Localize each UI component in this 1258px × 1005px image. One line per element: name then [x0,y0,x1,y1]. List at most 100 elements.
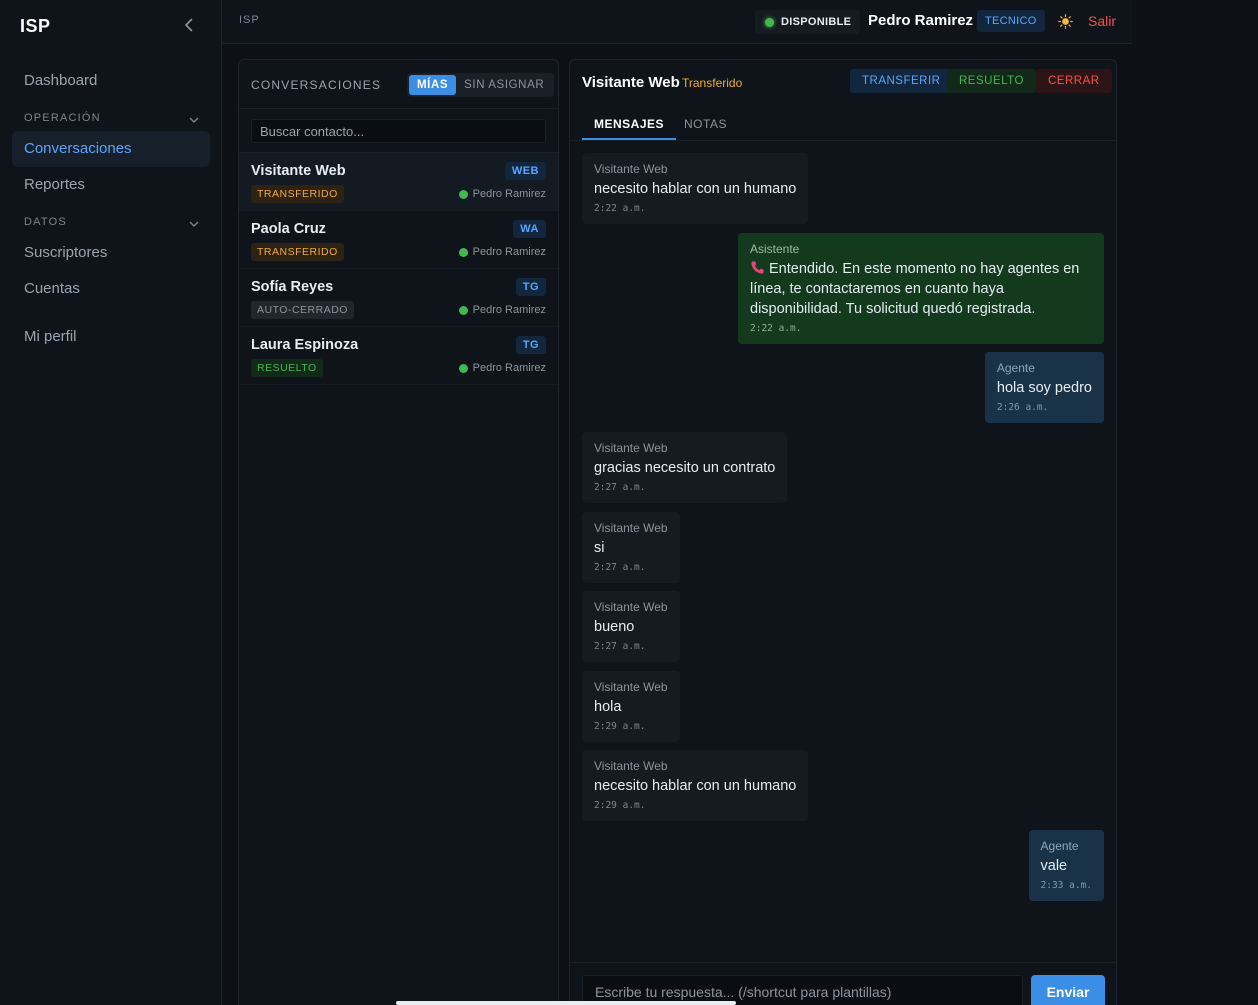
status-dot-icon [765,17,774,27]
message-sender: Agente [996,361,1035,375]
message-sender: Visitante Web [594,521,668,535]
message-text: necesito hablar con un humano [594,778,797,794]
contact-name: Laura Espinoza [251,337,359,353]
contact-name: Paola Cruz [251,221,326,237]
message-sender: Visitante Web [594,759,668,773]
conversation-filter: MÍAS SIN ASIGNAR [407,73,555,97]
assignee-name: Pedro Ramirez [472,304,546,316]
filter-unassigned-button[interactable]: SIN ASIGNAR [456,75,552,95]
divider [570,962,1116,963]
state-badge: TRANSFERIDO [251,243,344,261]
message-visitor: Visitante Web si 2:27 a.m. [582,512,680,583]
assignee-name: Pedro Ramirez [472,188,546,200]
message-time: 2:22 a.m. [750,323,802,334]
message-text: gracias necesito un contrato [594,460,776,476]
message-time: 2:27 a.m. [594,562,646,573]
message-text: necesito hablar con un humano [594,181,797,197]
channel-badge: WEB [504,162,546,180]
sidebar-item-cuentas[interactable]: Cuentas [12,271,210,307]
status-label: DISPONIBLE [781,16,852,28]
sidebar-item-reportes[interactable]: Reportes [12,167,210,203]
channel-badge: TG [515,336,546,354]
state-badge: TRANSFERIDO [251,185,344,203]
message-text: hola [594,699,622,715]
divider [239,108,558,109]
divider [570,140,1116,141]
sun-icon[interactable] [1058,14,1073,29]
section-label: DATOS [24,216,67,228]
message-sender: Visitante Web [594,441,668,455]
sidebar-section-datos[interactable]: DATOS [24,216,200,234]
chevron-down-icon [189,117,199,123]
state-badge: RESUELTO [251,359,323,377]
topbar: ISP DISPONIBLE Pedro Ramirez TECNICO Sal… [222,0,1132,44]
message-sender: Visitante Web [594,600,668,614]
sidebar: ISP Dashboard OPERACIÓN Conversaciones R… [0,0,222,1005]
conversation-list-panel: CONVERSACIONES MÍAS SIN ASIGNAR Visitant… [238,59,559,1005]
channel-badge: WA [513,220,546,238]
online-dot-icon [458,247,468,257]
filter-mine-button[interactable]: MÍAS [409,75,457,95]
message-text: Entendido. En este momento no hay agente… [750,261,1080,317]
message-visitor: Visitante Web hola 2:29 a.m. [582,671,680,742]
availability-status-button[interactable]: DISPONIBLE [755,10,861,34]
logout-link[interactable]: Salir [1088,13,1116,29]
message-time: 2:29 a.m. [594,800,646,811]
horizontal-scrollbar[interactable] [396,1001,736,1005]
message-time: 2:27 a.m. [594,641,646,652]
assignee: Pedro Ramirez [458,362,546,374]
channel-badge: TG [515,278,546,296]
brand-logo: ISP [20,16,51,36]
message-time: 2:27 a.m. [594,482,646,493]
online-dot-icon [458,363,468,373]
resolve-button[interactable]: RESUELTO [947,69,1036,93]
message-sender: Agente [1040,839,1079,853]
online-dot-icon [458,189,468,199]
conversation-item-laura-espinoza[interactable]: Laura Espinoza TG RESUELTO Pedro Ramirez [239,327,558,385]
tab-messages[interactable]: MENSAJES [582,112,677,140]
sidebar-item-dashboard[interactable]: Dashboard [12,63,210,99]
message-visitor: Visitante Web necesito hablar con un hum… [582,750,809,821]
message-time: 2:33 a.m. [1040,880,1092,891]
transfer-button[interactable]: TRANSFERIR [850,69,953,93]
chevron-left-icon[interactable] [180,16,198,34]
chat-panel: Visitante Web Transferido TRANSFERIR RES… [569,59,1117,1005]
message-bot: Asistente Entendido. En este momento no … [738,233,1104,344]
sidebar-item-conversaciones[interactable]: Conversaciones [12,131,210,167]
sidebar-item-suscriptores[interactable]: Suscriptores [12,235,210,271]
contact-search-input[interactable] [251,119,546,143]
sidebar-item-mi-perfil[interactable]: Mi perfil [12,319,210,355]
close-button[interactable]: CERRAR [1036,69,1112,93]
contact-name: Visitante Web [251,163,346,179]
message-visitor: Visitante Web gracias necesito un contra… [582,432,788,503]
assignee: Pedro Ramirez [458,304,546,316]
message-sender: Visitante Web [594,162,668,176]
chat-contact-name: Visitante Web [582,74,680,91]
message-time: 2:29 a.m. [594,721,646,732]
sidebar-section-operacion[interactable]: OPERACIÓN [24,112,200,130]
message-text: vale [1040,858,1068,874]
message-text: hola soy pedro [996,380,1092,396]
conversation-item-visitante-web[interactable]: Visitante Web WEB TRANSFERIDO Pedro Rami… [239,153,558,211]
message-text-wrap: Entendido. En este momento no hay agente… [750,259,1092,319]
user-name: Pedro Ramirez [868,12,974,29]
breadcrumb: ISP [239,14,260,26]
section-label: OPERACIÓN [24,112,101,124]
online-dot-icon [458,305,468,315]
message-text: si [594,540,605,556]
conversation-item-sofia-reyes[interactable]: Sofía Reyes TG AUTO-CERRADO Pedro Ramire… [239,269,558,327]
message-time: 2:22 a.m. [594,203,646,214]
message-sender: Asistente [750,242,800,256]
assignee: Pedro Ramirez [458,188,546,200]
tab-notes[interactable]: NOTAS [672,112,739,140]
message-visitor: Visitante Web necesito hablar con un hum… [582,153,809,224]
assignee-name: Pedro Ramirez [472,362,546,374]
send-button[interactable]: Enviar [1031,975,1105,1005]
message-time: 2:26 a.m. [996,402,1049,413]
message-agent: Agente vale 2:33 a.m. [1028,830,1104,901]
conversation-item-paola-cruz[interactable]: Paola Cruz WA TRANSFERIDO Pedro Ramirez [239,211,558,269]
conversation-list-title: CONVERSACIONES [251,78,382,92]
message-agent: Agente hola soy pedro 2:26 a.m. [984,352,1104,423]
message-sender: Visitante Web [594,680,668,694]
message-visitor: Visitante Web bueno 2:27 a.m. [582,591,680,662]
